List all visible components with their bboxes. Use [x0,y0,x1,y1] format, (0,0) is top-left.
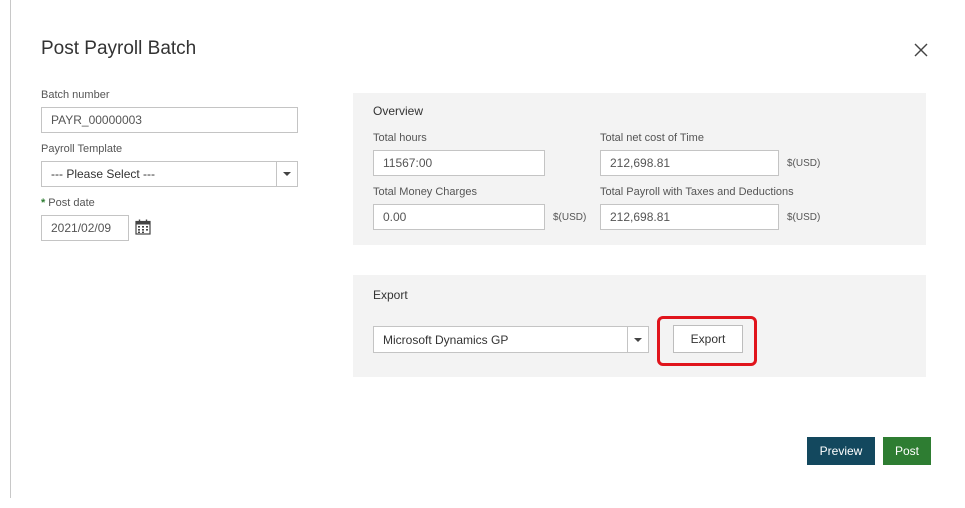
payroll-taxes-unit: $(USD) [787,212,821,223]
dialog-title: Post Payroll Batch [41,38,197,59]
export-title: Export [373,288,408,302]
post-date-label: * Post date [41,197,95,209]
payroll-taxes-field: 212,698.81 [600,204,779,230]
export-format-value: Microsoft Dynamics GP [383,332,509,347]
net-cost-value: 212,698.81 [610,156,671,170]
post-button[interactable]: Post [883,437,931,465]
required-marker: * [41,197,46,209]
export-highlight-box [657,316,757,366]
close-icon[interactable] [911,40,931,60]
total-hours-value: 11567:00 [383,156,433,170]
chevron-down-icon[interactable] [276,162,297,186]
total-hours-field: 11567:00 [373,150,545,176]
payroll-taxes-value: 212,698.81 [610,210,671,224]
export-format-select[interactable]: Microsoft Dynamics GP [373,326,649,353]
payroll-template-select[interactable]: --- Please Select --- [41,161,298,187]
net-cost-label: Total net cost of Time [600,132,704,144]
calendar-icon[interactable] [135,219,151,235]
money-charges-field: 0.00 [373,204,545,230]
payroll-template-value: --- Please Select --- [51,167,156,181]
batch-number-label: Batch number [41,89,110,101]
money-charges-unit: $(USD) [553,212,587,223]
batch-number-input[interactable]: PAYR_00000003 [41,107,298,133]
post-date-value: 2021/02/09 [51,221,112,235]
batch-number-value: PAYR_00000003 [51,113,142,127]
chevron-down-icon[interactable] [627,327,648,352]
dialog-left-border [10,0,11,498]
payroll-taxes-label: Total Payroll with Taxes and Deductions [600,186,794,198]
money-charges-label: Total Money Charges [373,186,477,198]
overview-title: Overview [373,104,424,118]
total-hours-label: Total hours [373,132,427,144]
preview-button[interactable]: Preview [807,437,875,465]
payroll-template-label: Payroll Template [41,143,123,155]
post-date-input[interactable]: 2021/02/09 [41,215,129,241]
money-charges-value: 0.00 [383,210,407,224]
net-cost-unit: $(USD) [787,158,821,169]
post-date-label-text: Post date [48,197,95,209]
net-cost-field: 212,698.81 [600,150,779,176]
